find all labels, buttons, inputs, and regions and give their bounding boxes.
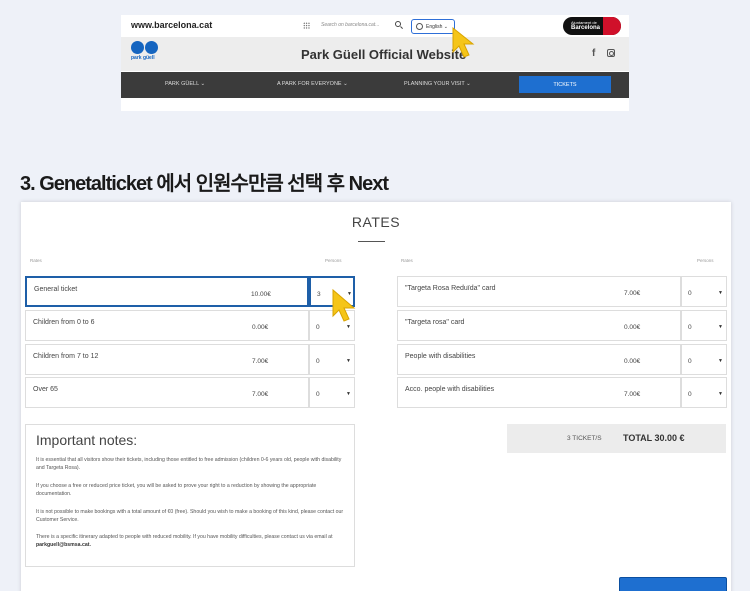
persons-value: 0 <box>688 358 692 365</box>
park-guell-logo[interactable]: park güell <box>131 41 158 61</box>
notes-paragraph: It is not possible to make bookings with… <box>36 509 344 523</box>
ticket-count: 3 TICKET/S <box>567 435 602 442</box>
rate-name: "Targeta rosa" card <box>405 319 465 326</box>
nav-park-for-everyone[interactable]: A PARK FOR EVERYONE ⌄ <box>277 81 348 87</box>
rate-name: Children from 0 to 6 <box>33 319 95 326</box>
rate-cell: Children from 0 to 6 0.00€ <box>25 310 309 341</box>
globe-icon <box>416 23 423 30</box>
rate-cell: Acco. people with disabilities 7.00€ <box>397 377 681 408</box>
nav-park-guell[interactable]: PARK GÜELL ⌄ <box>165 81 205 87</box>
rate-cell: "Targeta Rosa Reduïda" card 7.00€ <box>397 276 681 307</box>
rate-cell: Over 65 7.00€ <box>25 377 309 408</box>
bcn-logo-small: Ajuntament de <box>571 19 597 25</box>
rate-price: 0.00€ <box>252 324 269 331</box>
nav-planning-visit[interactable]: PLANNING YOUR VISIT ⌄ <box>404 81 471 87</box>
dropdown-arrow-icon: ▼ <box>718 391 723 397</box>
logo-circle-icon <box>145 41 158 54</box>
rate-cell: "Targeta rosa" card 0.00€ <box>397 310 681 341</box>
persons-value: 0 <box>688 324 692 331</box>
col-rates-left: Rates <box>30 258 42 263</box>
barcelona-logo[interactable]: Ajuntament de Barcelona <box>563 17 621 35</box>
website-screenshot: www.barcelona.cat Search on barcelona.ca… <box>121 15 629 111</box>
site-nav: PARK GÜELL ⌄ A PARK FOR EVERYONE ⌄ PLANN… <box>121 72 629 98</box>
notes-email-link[interactable]: parkguell@bsmsa.cat. <box>36 542 91 548</box>
rate-price: 7.00€ <box>624 290 641 297</box>
bcn-seal-icon <box>603 17 621 35</box>
language-selector[interactable]: English ⌄ <box>411 19 455 34</box>
persons-value: 0 <box>688 290 692 297</box>
dropdown-arrow-icon: ▼ <box>718 290 723 296</box>
rate-price: 7.00€ <box>252 391 269 398</box>
site-top-bar: www.barcelona.cat Search on barcelona.ca… <box>121 15 629 37</box>
persons-value: 0 <box>316 391 320 398</box>
dropdown-arrow-icon: ▼ <box>346 358 351 364</box>
important-notes: Important notes: It is essential that al… <box>25 424 355 567</box>
notes-p4-text: There is a specific itinerary adapted to… <box>36 534 333 540</box>
persons-select[interactable]: 0 ▼ <box>681 310 727 341</box>
rate-cell: Children from 7 to 12 7.00€ <box>25 344 309 375</box>
persons-value: 0 <box>316 358 320 365</box>
persons-select[interactable]: 0 ▼ <box>309 344 355 375</box>
rate-price: 10.00€ <box>251 291 271 298</box>
next-button[interactable] <box>619 577 727 591</box>
rates-panel: RATES Rates Persons Rates Persons Genera… <box>21 202 731 591</box>
dropdown-arrow-icon: ▼ <box>718 358 723 364</box>
site-title: Park Güell Official Website <box>301 47 467 62</box>
nav-tickets-button[interactable]: TICKETS <box>519 76 611 93</box>
col-persons-right: Persons <box>697 258 714 263</box>
dropdown-arrow-icon: ▼ <box>346 324 351 330</box>
logo-text: park güell <box>131 55 155 61</box>
rate-name: Over 65 <box>33 386 58 393</box>
rate-name: "Targeta Rosa Reduïda" card <box>405 285 496 292</box>
total-amount: TOTAL 30.00 € <box>623 433 685 443</box>
persons-value: 0 <box>316 324 320 331</box>
rate-price: 7.00€ <box>252 358 269 365</box>
total-box: 3 TICKET/S TOTAL 30.00 € <box>507 424 726 453</box>
search-icon[interactable] <box>395 21 401 27</box>
rate-price: 0.00€ <box>624 324 641 331</box>
language-label: English ⌄ <box>426 23 448 30</box>
notes-paragraph: If you choose a free or reduced price ti… <box>36 483 317 497</box>
site-domain[interactable]: www.barcelona.cat <box>131 20 212 30</box>
bcn-logo-name: Barcelona <box>571 24 601 31</box>
rate-cell: People with disabilities 0.00€ <box>397 344 681 375</box>
notes-paragraph: There is a specific itinerary adapted to… <box>36 533 346 549</box>
grid-icon[interactable] <box>303 22 310 29</box>
persons-select[interactable]: 0 ▼ <box>681 276 727 307</box>
persons-select[interactable]: 0 ▼ <box>309 377 355 408</box>
rate-price: 7.00€ <box>624 391 641 398</box>
facebook-icon[interactable]: f <box>592 48 595 59</box>
step-heading: 3. Genetalticket 에서 인원수만큼 선택 후 Next <box>20 173 389 195</box>
rate-cell: General ticket 10.00€ <box>25 276 309 307</box>
rate-name: Acco. people with disabilities <box>405 386 495 393</box>
rates-title: RATES <box>351 214 401 230</box>
persons-select[interactable]: 0 ▼ <box>681 377 727 408</box>
persons-value: 0 <box>688 391 692 398</box>
dropdown-arrow-icon: ▼ <box>718 324 723 330</box>
rate-price: 0.00€ <box>624 358 641 365</box>
dropdown-arrow-icon: ▼ <box>346 391 351 397</box>
instagram-icon[interactable] <box>607 49 615 57</box>
col-persons-left: Persons <box>325 258 342 263</box>
notes-paragraph: It is essential that all visitors show t… <box>36 457 342 471</box>
rate-name: General ticket <box>34 286 78 293</box>
logo-circle-icon <box>131 41 144 54</box>
title-underline <box>358 241 385 242</box>
persons-select[interactable]: 0 ▼ <box>681 344 727 375</box>
notes-title: Important notes: <box>36 432 138 448</box>
col-rates-right: Rates <box>401 258 413 263</box>
rate-name: People with disabilities <box>405 353 476 360</box>
search-input[interactable]: Search on barcelona.cat... <box>321 22 379 28</box>
site-header: park güell Park Güell Official Website f <box>121 37 629 71</box>
rate-name: Children from 7 to 12 <box>33 353 99 360</box>
persons-value: 3 <box>317 291 321 298</box>
